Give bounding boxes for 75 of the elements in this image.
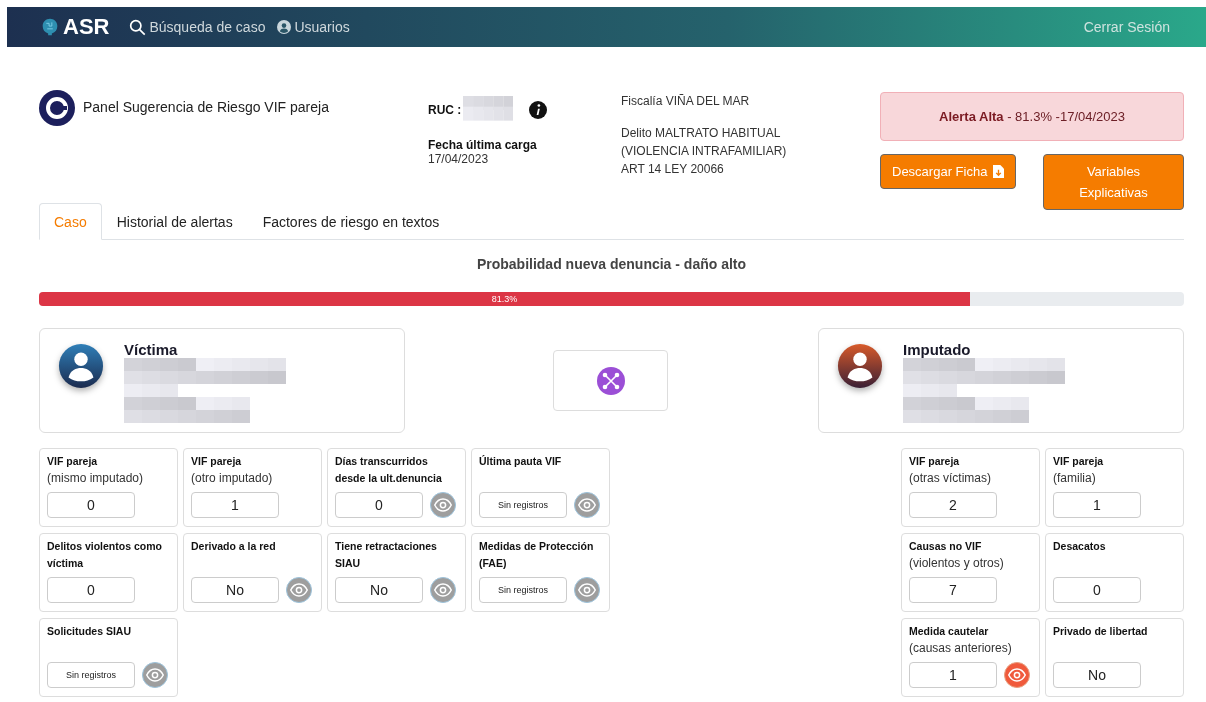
brand-name: ASR — [63, 14, 110, 40]
card-title: Privado de libertad — [1053, 624, 1149, 639]
eye-button[interactable] — [574, 577, 600, 603]
value-field: 7 — [909, 577, 997, 603]
value-field: 0 — [47, 492, 135, 518]
nav-link[interactable]: Usuarios — [277, 19, 350, 35]
value-field: Sin registros — [479, 577, 567, 603]
value-field: Sin registros — [479, 492, 567, 518]
nav-link[interactable]: Búsqueda de caso — [129, 18, 266, 36]
card-title: Solicitudes SIAU — [47, 624, 132, 639]
value-field: No — [335, 577, 423, 603]
card-subtitle: (otras víctimas) — [909, 470, 992, 487]
delito-text: Delito MALTRATO HABITUAL (VIOLENCIA INTRAFAMILIAR) ART 14 LEY 20066 — [621, 125, 788, 178]
eye-icon — [290, 581, 308, 599]
probability-title: Probabilidad nueva denuncia - daño alto — [475, 256, 748, 272]
card-subtitle: (violentos y otros) — [909, 555, 1005, 572]
card-subtitle: (causas anteriores) — [909, 640, 1013, 657]
card-title: Derivado a la red — [191, 539, 277, 554]
eye-icon — [146, 666, 164, 684]
card-subtitle: (mismo imputado) — [47, 470, 145, 487]
card-title: Causas no VIF — [909, 539, 983, 554]
card-title: Tiene retractaciones SIAU — [335, 539, 438, 571]
eye-button[interactable] — [430, 492, 456, 518]
eye-button[interactable] — [142, 662, 168, 688]
info-icon — [529, 101, 548, 119]
panel-title: Panel Sugerencia de Riesgo VIF pareja — [83, 99, 329, 115]
value-field: 2 — [909, 492, 997, 518]
card-title: Medida cautelar — [909, 624, 990, 639]
card-title: Última pauta VIF — [479, 454, 563, 469]
card-title: VIF pareja — [909, 454, 961, 469]
user-icon — [277, 20, 292, 34]
value-field: 0 — [1053, 577, 1141, 603]
card-title: Días transcurridos desde la ult.denuncia — [335, 454, 443, 486]
chart-logo-icon — [39, 90, 75, 126]
value-field: Sin registros — [47, 662, 135, 688]
file-download-icon — [993, 165, 1005, 178]
tab[interactable]: Historial de alertas — [101, 203, 248, 240]
value-field: 1 — [191, 492, 279, 518]
date-label: Fecha última carga — [428, 138, 538, 152]
progress-reading: 81.3% — [491, 294, 518, 304]
value-field: No — [191, 577, 279, 603]
card-title: VIF pareja — [1053, 454, 1105, 469]
card-title: Delitos violentos como víctima — [47, 539, 163, 571]
card-title: Medidas de Protección (FAE) — [479, 539, 595, 571]
card-title: VIF pareja — [191, 454, 243, 469]
tab[interactable]: Factores de riesgo en textos — [247, 203, 455, 240]
eye-button[interactable] — [430, 577, 456, 603]
card-title: Desacatos — [1053, 539, 1107, 554]
eye-icon — [1008, 666, 1026, 684]
eye-icon — [578, 581, 596, 599]
eye-icon — [434, 496, 452, 514]
person-title: Imputado — [903, 341, 972, 358]
eye-icon — [434, 581, 452, 599]
eye-button[interactable] — [286, 577, 312, 603]
value-field: No — [1053, 662, 1141, 688]
value-field: 0 — [335, 492, 423, 518]
person-title: Víctima — [124, 341, 179, 358]
eye-icon — [578, 496, 596, 514]
alert-banner: Alerta Alta - 81.3% -17/04/2023 — [880, 92, 1184, 141]
search-icon — [129, 18, 147, 36]
eye-button[interactable] — [1004, 662, 1030, 688]
fiscalia-text: Fiscalía VIÑA DEL MAR — [621, 93, 751, 110]
avatar-icon — [58, 343, 104, 389]
value-field: 1 — [909, 662, 997, 688]
value-field: 1 — [1053, 492, 1141, 518]
card-subtitle: (familia) — [1053, 470, 1097, 487]
avatar-icon — [837, 343, 883, 389]
card-title: VIF pareja — [47, 454, 99, 469]
ruc-label: RUC : — [428, 103, 462, 117]
card-subtitle: (otro imputado) — [191, 470, 274, 487]
eye-button[interactable] — [574, 492, 600, 518]
load-date: 17/04/2023 — [428, 152, 490, 166]
redaction-mosaic — [463, 96, 514, 124]
value-field: 0 — [47, 577, 135, 603]
network-icon[interactable] — [596, 366, 625, 395]
